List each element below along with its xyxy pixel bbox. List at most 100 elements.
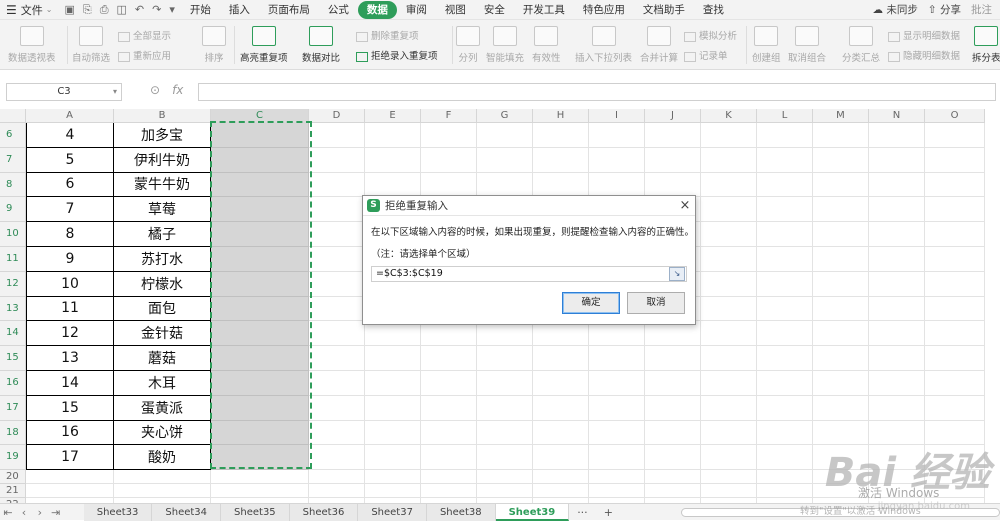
print-icon[interactable]: ⎙	[100, 3, 109, 17]
fx-icon[interactable]: fx	[172, 83, 183, 97]
cell-a19[interactable]: 17	[26, 445, 114, 470]
cell-l20[interactable]	[757, 470, 813, 484]
create-group-button[interactable]: 创建组	[752, 22, 781, 64]
save-icon[interactable]: ▣	[64, 3, 74, 16]
delete-duplicates-button[interactable]: 删除重复项	[356, 28, 419, 42]
cell-o15[interactable]	[925, 346, 985, 371]
next-sheet-icon[interactable]: ›	[32, 506, 48, 519]
tab-10[interactable]: 文档助手	[634, 1, 694, 19]
tab-3[interactable]: 公式	[319, 1, 358, 19]
cell-b16[interactable]: 木耳	[114, 371, 211, 396]
cell-j18[interactable]	[645, 421, 701, 446]
cell-c20[interactable]	[211, 470, 309, 484]
cell-g8[interactable]	[477, 173, 533, 198]
row-header[interactable]: 12	[0, 272, 26, 297]
cell-c6[interactable]	[211, 123, 309, 148]
cell-l11[interactable]	[757, 247, 813, 272]
redo-icon[interactable]: ↷	[152, 3, 161, 16]
cell-k14[interactable]	[701, 321, 757, 346]
cell-h18[interactable]	[533, 421, 589, 446]
add-sheet-button[interactable]: +	[596, 506, 621, 519]
cell-l9[interactable]	[757, 197, 813, 222]
cell-d8[interactable]	[309, 173, 365, 198]
cell-m6[interactable]	[813, 123, 869, 148]
cell-n8[interactable]	[869, 173, 925, 198]
tab-7[interactable]: 安全	[475, 1, 514, 19]
cell-o7[interactable]	[925, 148, 985, 173]
cell-a6[interactable]: 4	[26, 123, 114, 148]
cell-a8[interactable]: 6	[26, 173, 114, 198]
cell-l15[interactable]	[757, 346, 813, 371]
cell-i16[interactable]	[589, 371, 645, 396]
cell-k18[interactable]	[701, 421, 757, 446]
cell-e15[interactable]	[365, 346, 421, 371]
split-column-button[interactable]: 分列	[456, 22, 480, 64]
annotate-button[interactable]: 批注	[971, 2, 992, 17]
ok-button[interactable]: 确定	[562, 292, 620, 314]
cell-d17[interactable]	[309, 396, 365, 421]
reject-duplicates-button[interactable]: 拒绝录入重复项	[356, 48, 438, 62]
cell-l16[interactable]	[757, 371, 813, 396]
cell-d16[interactable]	[309, 371, 365, 396]
sheet-tab-sheet39[interactable]: Sheet39	[496, 504, 570, 521]
cell-b12[interactable]: 柠檬水	[114, 272, 211, 297]
cell-j21[interactable]	[645, 484, 701, 498]
cell-a10[interactable]: 8	[26, 222, 114, 247]
sort-button[interactable]: 排序	[202, 22, 226, 64]
cell-c11[interactable]	[211, 247, 309, 272]
cell-e21[interactable]	[365, 484, 421, 498]
cell-o13[interactable]	[925, 297, 985, 322]
cell-j17[interactable]	[645, 396, 701, 421]
autofilter-button[interactable]: 自动筛选	[72, 22, 110, 64]
cell-i8[interactable]	[589, 173, 645, 198]
cell-c15[interactable]	[211, 346, 309, 371]
cell-l17[interactable]	[757, 396, 813, 421]
row-header[interactable]: 10	[0, 222, 26, 247]
cell-c14[interactable]	[211, 321, 309, 346]
cell-a16[interactable]: 14	[26, 371, 114, 396]
cell-l6[interactable]	[757, 123, 813, 148]
cell-k19[interactable]	[701, 445, 757, 470]
cell-l10[interactable]	[757, 222, 813, 247]
cell-g18[interactable]	[477, 421, 533, 446]
row-header[interactable]: 20	[0, 470, 26, 484]
cell-f21[interactable]	[421, 484, 477, 498]
insert-dropdown-button[interactable]: 插入下拉列表	[575, 22, 632, 64]
cell-h19[interactable]	[533, 445, 589, 470]
cell-c17[interactable]	[211, 396, 309, 421]
column-header-a[interactable]: A	[26, 109, 114, 123]
cell-k12[interactable]	[701, 272, 757, 297]
cell-f17[interactable]	[421, 396, 477, 421]
row-header[interactable]: 8	[0, 173, 26, 198]
sheet-tab-sheet33[interactable]: Sheet33	[84, 504, 153, 521]
tab-9[interactable]: 特色应用	[574, 1, 634, 19]
simulate-analysis-button[interactable]: 模拟分析	[684, 28, 737, 42]
cell-d11[interactable]	[309, 247, 365, 272]
cell-d18[interactable]	[309, 421, 365, 446]
cell-e18[interactable]	[365, 421, 421, 446]
column-header-e[interactable]: E	[365, 109, 421, 123]
cell-h14[interactable]	[533, 321, 589, 346]
cell-l12[interactable]	[757, 272, 813, 297]
range-input[interactable]: =$C$3:$C$19 ↘	[371, 266, 687, 282]
column-header-k[interactable]: K	[701, 109, 757, 123]
column-header-o[interactable]: O	[925, 109, 985, 123]
cell-k15[interactable]	[701, 346, 757, 371]
tab-5[interactable]: 审阅	[397, 1, 436, 19]
cell-i19[interactable]	[589, 445, 645, 470]
cell-i7[interactable]	[589, 148, 645, 173]
column-header-f[interactable]: F	[421, 109, 477, 123]
tab-11[interactable]: 查找	[694, 1, 733, 19]
cell-j8[interactable]	[645, 173, 701, 198]
cell-k8[interactable]	[701, 173, 757, 198]
row-header[interactable]: 21	[0, 484, 26, 498]
smart-fill-button[interactable]: 智能填充	[486, 22, 524, 64]
cell-c21[interactable]	[211, 484, 309, 498]
cell-n17[interactable]	[869, 396, 925, 421]
row-header[interactable]: 15	[0, 346, 26, 371]
cell-m15[interactable]	[813, 346, 869, 371]
sheet-tab-sheet37[interactable]: Sheet37	[358, 504, 427, 521]
first-sheet-icon[interactable]: ⇤	[0, 506, 16, 519]
column-header-d[interactable]: D	[309, 109, 365, 123]
close-button[interactable]: ×	[675, 198, 695, 213]
